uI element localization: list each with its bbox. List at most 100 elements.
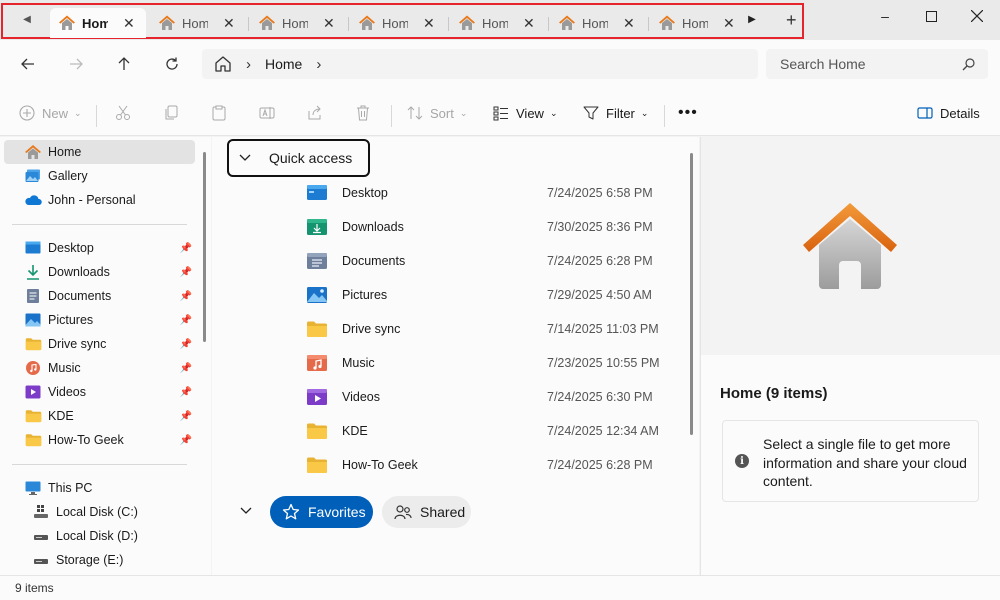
sidebar-item-label: How-To Geek xyxy=(48,433,124,447)
new-label: New xyxy=(42,105,69,121)
shared-tab[interactable]: Shared xyxy=(382,496,471,528)
windows-drive-icon xyxy=(32,504,50,520)
pin-icon[interactable]: 📌 xyxy=(180,435,192,446)
share-button[interactable] xyxy=(306,102,330,124)
sidebar-item-storage-e[interactable]: Storage (E:) xyxy=(4,548,195,572)
close-tab-icon[interactable]: ✕ xyxy=(323,15,335,32)
tab-home[interactable]: Home ✕ xyxy=(550,8,646,38)
close-tab-icon[interactable]: ✕ xyxy=(123,15,135,32)
pin-icon[interactable]: 📌 xyxy=(180,387,192,398)
paste-button[interactable] xyxy=(210,102,234,124)
details-button[interactable]: Details xyxy=(916,102,980,124)
favorites-tab[interactable]: Favorites xyxy=(270,496,373,528)
copy-button[interactable] xyxy=(162,102,186,124)
delete-button[interactable] xyxy=(354,102,378,124)
list-item[interactable]: Pictures 7/29/2025 4:50 AM xyxy=(306,281,666,309)
tab-home[interactable]: Home ✕ xyxy=(650,8,746,38)
up-button[interactable] xyxy=(112,52,136,76)
list-item[interactable]: KDE 7/24/2025 12:34 AM xyxy=(306,417,666,445)
pin-icon[interactable]: 📌 xyxy=(180,339,192,350)
refresh-button[interactable] xyxy=(160,52,184,76)
list-item[interactable]: Downloads 7/30/2025 8:36 PM xyxy=(306,213,666,241)
tab-home[interactable]: Home ✕ xyxy=(450,8,546,38)
pin-icon[interactable]: 📌 xyxy=(180,363,192,374)
close-tab-icon[interactable]: ✕ xyxy=(523,15,535,32)
downloads-folder-icon xyxy=(306,218,328,236)
file-name: Documents xyxy=(342,254,406,268)
chevron-down-icon[interactable] xyxy=(240,504,252,518)
content-scrollbar[interactable] xyxy=(690,153,693,435)
tab-home[interactable]: Home ✕ xyxy=(50,8,146,38)
desktop-folder-icon xyxy=(306,184,328,202)
command-bar: New ⌄ Sort ⌄ View ⌄ Filter ⌄ ••• Details xyxy=(0,88,1000,136)
sidebar-item-desktop[interactable]: Desktop 📌 xyxy=(4,236,195,260)
close-tab-icon[interactable]: ✕ xyxy=(223,15,235,32)
sidebar-item-label: Videos xyxy=(48,385,86,399)
new-button[interactable]: New ⌄ xyxy=(18,102,82,124)
cut-button[interactable] xyxy=(114,102,138,124)
close-tab-icon[interactable]: ✕ xyxy=(623,15,635,32)
home-icon xyxy=(258,14,276,32)
sidebar-item-pictures[interactable]: Pictures 📌 xyxy=(4,308,195,332)
tab-home[interactable]: Home ✕ xyxy=(250,8,346,38)
close-tab-icon[interactable]: ✕ xyxy=(723,15,735,32)
star-icon xyxy=(282,503,300,521)
scroll-tabs-right-icon[interactable]: ▶ xyxy=(745,12,759,26)
chevron-right-icon[interactable]: › xyxy=(316,56,321,73)
minimize-button[interactable]: – xyxy=(862,6,908,26)
sidebar-item-drive-sync[interactable]: Drive sync 📌 xyxy=(4,332,195,356)
tab-divider xyxy=(248,17,249,31)
close-window-button[interactable] xyxy=(954,6,1000,26)
sidebar-item-gallery[interactable]: Gallery xyxy=(4,164,195,188)
forward-button[interactable] xyxy=(64,52,88,76)
desktop-folder-icon xyxy=(24,240,42,256)
more-options-icon[interactable]: ••• xyxy=(678,102,698,124)
sidebar-item-downloads[interactable]: Downloads 📌 xyxy=(4,260,195,284)
list-item[interactable]: Drive sync 7/14/2025 11:03 PM xyxy=(306,315,666,343)
list-item[interactable]: Videos 7/24/2025 6:30 PM xyxy=(306,383,666,411)
rename-button[interactable] xyxy=(258,102,282,124)
tab-home[interactable]: Home ✕ xyxy=(150,8,246,38)
sidebar-item-label: Music xyxy=(48,361,81,375)
sidebar-item-onedrive[interactable]: John - Personal xyxy=(4,188,195,212)
list-item[interactable]: How-To Geek 7/24/2025 6:28 PM xyxy=(306,451,666,479)
pin-icon[interactable]: 📌 xyxy=(180,243,192,254)
sidebar-scrollbar[interactable] xyxy=(203,152,206,342)
list-item[interactable]: Documents 7/24/2025 6:28 PM xyxy=(306,247,666,275)
sidebar-item-label: Home xyxy=(48,145,82,159)
pin-icon[interactable]: 📌 xyxy=(180,315,192,326)
pin-icon[interactable]: 📌 xyxy=(180,411,192,422)
quick-access-header[interactable]: Quick access xyxy=(227,139,370,177)
list-item[interactable]: Music 7/23/2025 10:55 PM xyxy=(306,349,666,377)
plus-circle-icon xyxy=(18,104,36,122)
sort-button[interactable]: Sort ⌄ xyxy=(406,102,467,124)
sidebar-item-how-to-geek[interactable]: How-To Geek 📌 xyxy=(4,428,195,452)
sidebar-item-kde[interactable]: KDE 📌 xyxy=(4,404,195,428)
search-placeholder: Search Home xyxy=(780,56,866,72)
tab-home[interactable]: Home ✕ xyxy=(350,8,446,38)
filter-button[interactable]: Filter ⌄ xyxy=(582,102,648,124)
view-button[interactable]: View ⌄ xyxy=(492,102,558,124)
gallery-icon xyxy=(24,168,42,184)
close-tab-icon[interactable]: ✕ xyxy=(423,15,435,32)
sidebar-item-this-pc[interactable]: This PC xyxy=(4,476,195,500)
sidebar-item-local-disk-c[interactable]: Local Disk (C:) xyxy=(4,500,195,524)
scroll-tabs-left-icon[interactable]: ◀ xyxy=(20,12,34,26)
music-folder-icon xyxy=(306,354,328,372)
onedrive-cloud-icon xyxy=(24,192,42,208)
maximize-button[interactable] xyxy=(908,6,954,26)
sidebar-item-videos[interactable]: Videos 📌 xyxy=(4,380,195,404)
download-arrow-icon xyxy=(24,264,42,280)
address-bar[interactable]: › Home › xyxy=(202,49,758,79)
pin-icon[interactable]: 📌 xyxy=(180,267,192,278)
back-button[interactable] xyxy=(16,52,40,76)
sidebar-item-documents[interactable]: Documents 📌 xyxy=(4,284,195,308)
sidebar-item-local-disk-d[interactable]: Local Disk (D:) xyxy=(4,524,195,548)
search-input[interactable]: Search Home xyxy=(766,49,988,79)
breadcrumb-home[interactable]: Home xyxy=(265,56,302,72)
list-item[interactable]: Desktop 7/24/2025 6:58 PM xyxy=(306,179,666,207)
sidebar-item-home[interactable]: Home xyxy=(4,140,195,164)
sidebar-item-music[interactable]: Music 📌 xyxy=(4,356,195,380)
new-tab-button[interactable]: + xyxy=(786,11,797,29)
pin-icon[interactable]: 📌 xyxy=(180,291,192,302)
